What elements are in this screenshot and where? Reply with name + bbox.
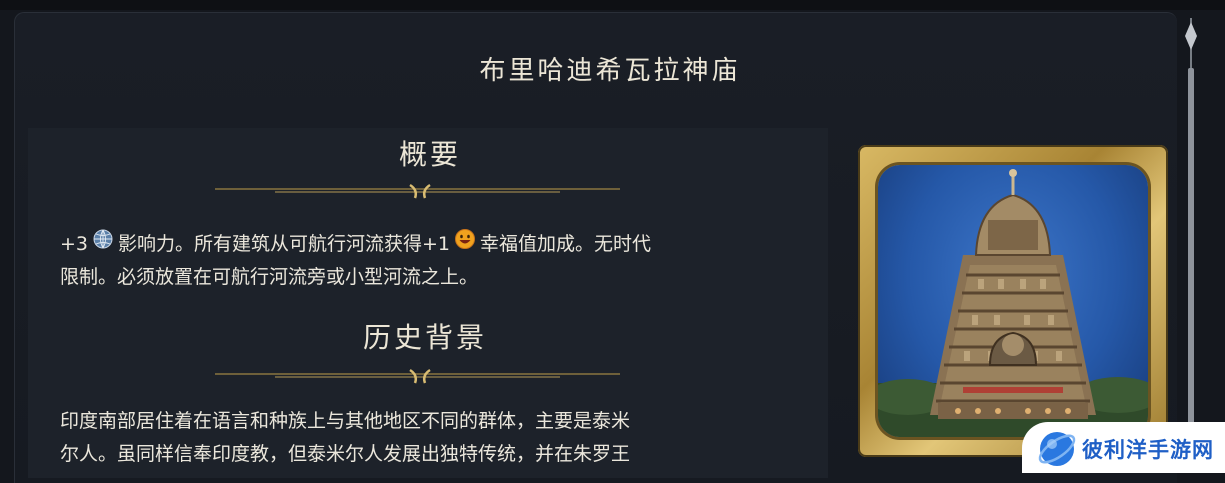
history-line-2: 尔人。虽同样信奉印度教，但泰米尔人发展出独特传统，并在朱罗王 <box>60 443 631 465</box>
overview-line-2: 限制。必须放置在可航行河流旁或小型河流之上。 <box>60 266 479 288</box>
overview-heading: 概要 <box>398 138 461 171</box>
influence-amount: +3 <box>60 233 89 255</box>
wonder-image-frame <box>858 145 1168 457</box>
globe-icon <box>92 228 114 261</box>
watermark-text: 彼利洋手游网 <box>1082 438 1214 462</box>
history-heading: 历史背景 <box>362 321 487 354</box>
scrollbar-ornament-icon <box>1185 18 1197 68</box>
top-strip <box>0 0 1225 10</box>
watermark: 彼利洋手游网 <box>1022 422 1225 473</box>
scrollbar-track[interactable] <box>1188 68 1194 473</box>
watermark-logo-icon <box>1038 432 1076 466</box>
wonder-image <box>878 165 1148 437</box>
history-line-1: 印度南部居住着在语言和种族上与其他地区不同的群体，主要是泰米 <box>60 410 631 432</box>
overview-line-1: +3 影响力。所有建筑从可航行河流获得+1 幸福值加成。无时代 <box>60 228 820 261</box>
overview-text: +3 影响力。所有建筑从可航行河流获得+1 幸福值加成。无时代 限制。必须放置在可航… <box>60 228 820 294</box>
smiley-icon <box>454 228 476 261</box>
history-text: 印度南部居住着在语言和种族上与其他地区不同的群体，主要是泰米 尔人。虽同样信奉印… <box>60 405 820 471</box>
overview-text-a: 影响力。所有建筑从可航行河流获得+1 <box>118 233 451 255</box>
overview-divider <box>215 183 620 199</box>
history-divider <box>215 368 620 384</box>
scrollbar[interactable] <box>1183 18 1199 473</box>
temple-illustration <box>878 169 1148 437</box>
page-title: 布里哈迪希瓦拉神庙 <box>479 56 741 86</box>
overview-text-b: 幸福值加成。无时代 <box>480 233 652 255</box>
